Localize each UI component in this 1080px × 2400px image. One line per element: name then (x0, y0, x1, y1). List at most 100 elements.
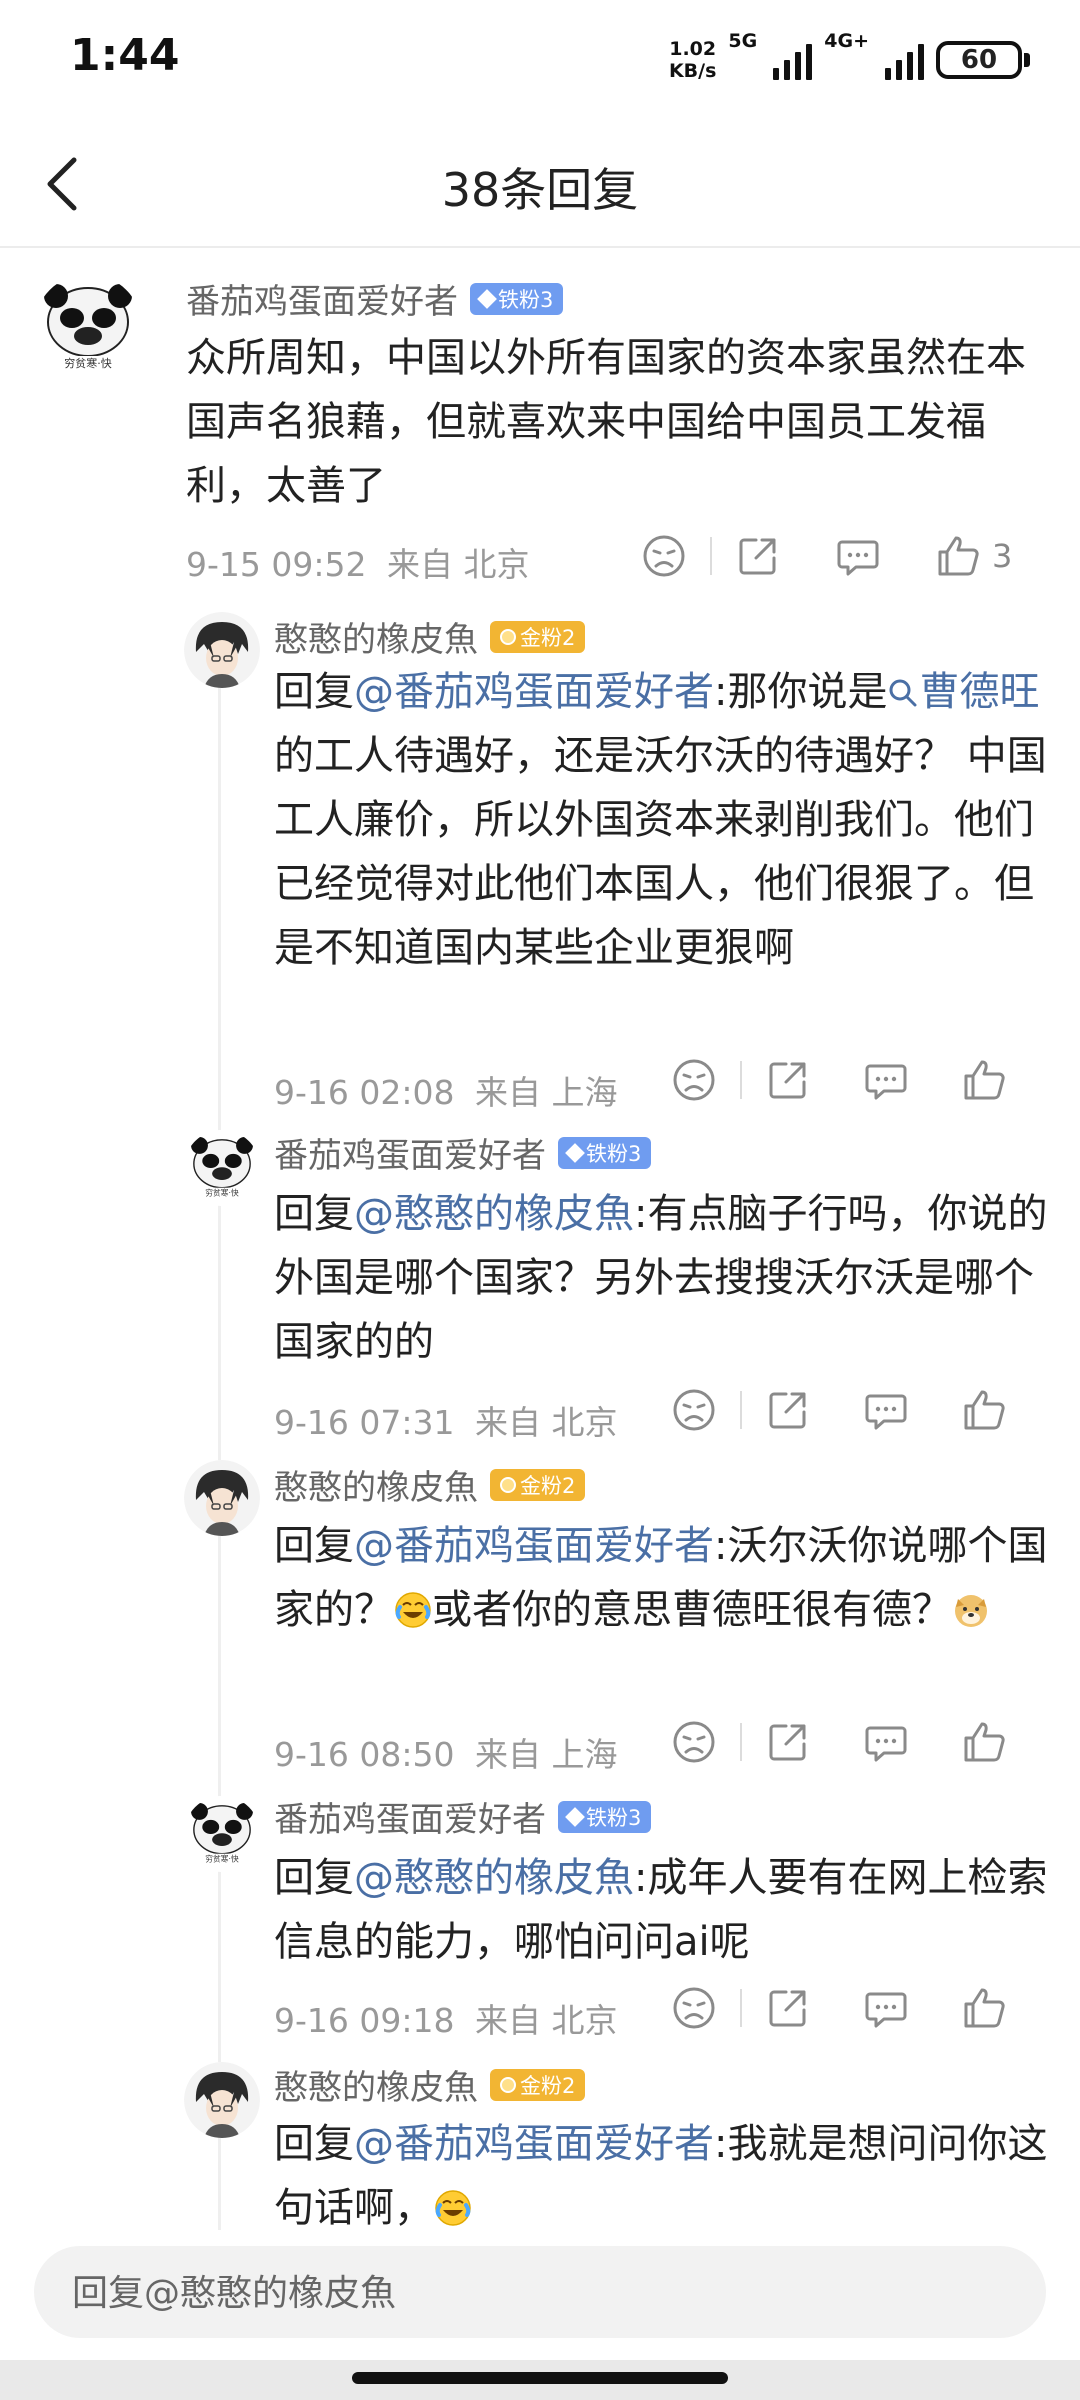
reply-header: 番茄鸡蛋面爱好者 铁粉3 (274, 1792, 652, 1841)
mention-link[interactable]: @番茄鸡蛋面爱好者 (354, 2121, 714, 2167)
share-icon[interactable] (764, 1056, 812, 1104)
comment-icon[interactable] (862, 1718, 910, 1766)
reply-header: 憨憨的橡皮魚 金粉2 (274, 1460, 586, 1509)
doge-emoji (952, 1591, 990, 1629)
fan-badge[interactable]: 金粉2 (490, 1468, 586, 1501)
diamond-icon (565, 1142, 585, 1163)
diamond-icon (477, 288, 497, 309)
mention-link[interactable]: @憨憨的橡皮魚 (354, 1855, 634, 1901)
share-icon[interactable] (764, 1386, 812, 1434)
home-indicator[interactable] (352, 2372, 728, 2384)
reply-meta: 9-16 02:08 来自 上海 (274, 1066, 618, 1114)
reply-text: 回复@番茄鸡蛋面爱好者:沃尔沃你说哪个国家的？ 或者你的意思曹德旺很有德？ (274, 1523, 1048, 1633)
avatar[interactable] (184, 1130, 260, 1206)
username[interactable]: 番茄鸡蛋面爱好者 (274, 1128, 546, 1177)
laugh-cry-emoji (434, 2189, 472, 2227)
signal-icon (773, 40, 813, 80)
fan-badge[interactable]: 金粉2 (490, 620, 586, 653)
divider (740, 1061, 742, 1099)
divider (740, 1723, 742, 1761)
sim2-label: 4G+ (824, 30, 869, 52)
dislike-icon[interactable] (670, 1718, 718, 1766)
reply-actions (670, 1386, 1008, 1434)
reply-header: 憨憨的橡皮魚 金粉2 (274, 2060, 586, 2109)
diamond-icon (565, 1806, 585, 1827)
reply-location: 来自 上海 (475, 1073, 618, 1112)
comment-actions: 3 (640, 532, 1012, 580)
share-icon[interactable] (764, 1984, 812, 2032)
reply-time: 9-16 02:08 (274, 1073, 455, 1112)
reply-actions (670, 1718, 1008, 1766)
fan-badge[interactable]: 铁粉3 (470, 282, 564, 315)
fan-badge[interactable]: 铁粉3 (558, 1136, 652, 1169)
battery-tip (1024, 53, 1030, 67)
reply-header: 番茄鸡蛋面爱好者 铁粉3 (274, 1128, 652, 1177)
page-title: 38条回复 (441, 163, 639, 217)
reply-location: 来自 上海 (475, 1735, 618, 1774)
sim1-label: 5G (728, 30, 758, 52)
username[interactable]: 憨憨的橡皮魚 (274, 612, 478, 661)
like-icon[interactable] (960, 1386, 1008, 1434)
divider (710, 537, 712, 575)
share-icon[interactable] (764, 1718, 812, 1766)
status-time: 1:44 (70, 30, 180, 81)
comment-header: 番茄鸡蛋面爱好者 铁粉3 (186, 274, 564, 323)
laugh-cry-emoji (394, 1591, 432, 1629)
dislike-icon[interactable] (640, 532, 688, 580)
reply-actions (670, 1984, 1008, 2032)
reply-text: 回复@番茄鸡蛋面爱好者:那你说是 曹德旺 的工人待遇好，还是沃尔沃的待遇好？ 中国… (274, 669, 1047, 971)
username[interactable]: 憨憨的橡皮魚 (274, 1460, 478, 1509)
status-icons: 1.02 KB/s 5G 4G+ 60 (669, 30, 1030, 90)
divider (740, 1391, 742, 1429)
thread-line (218, 630, 221, 2230)
reply-time: 9-16 07:31 (274, 1403, 455, 1442)
mention-link[interactable]: @憨憨的橡皮魚 (354, 1191, 634, 1237)
status-bar: 1:44 1.02 KB/s 5G 4G+ 60 (0, 0, 1080, 118)
reply-time: 9-16 09:18 (274, 2001, 455, 2040)
coin-icon (500, 2076, 516, 2093)
like-icon[interactable] (960, 1984, 1008, 2032)
dislike-icon[interactable] (670, 1984, 718, 2032)
reply-meta: 9-16 09:18 来自 北京 (274, 1994, 618, 2042)
username[interactable]: 番茄鸡蛋面爱好者 (274, 1792, 546, 1841)
reply-text: 回复@憨憨的橡皮魚:成年人要有在网上检索信息的能力，哪怕问问ai呢 (274, 1855, 1048, 1965)
dislike-icon[interactable] (670, 1056, 718, 1104)
comment-icon[interactable] (862, 1386, 910, 1434)
reply-header: 憨憨的橡皮魚 金粉2 (274, 612, 586, 661)
comment-icon[interactable] (834, 532, 882, 580)
coin-icon (500, 628, 516, 645)
avatar[interactable] (184, 2062, 260, 2138)
fan-badge[interactable]: 金粉2 (490, 2068, 586, 2101)
reply-actions (670, 1056, 1008, 1104)
like-icon[interactable] (960, 1056, 1008, 1104)
reply-time: 9-16 08:50 (274, 1735, 455, 1774)
avatar[interactable] (184, 612, 260, 688)
search-icon (889, 679, 917, 707)
username[interactable]: 番茄鸡蛋面爱好者 (186, 274, 458, 323)
like-icon[interactable] (960, 1718, 1008, 1766)
avatar[interactable] (34, 274, 142, 382)
mention-link[interactable]: @番茄鸡蛋面爱好者 (354, 669, 714, 715)
reply-input[interactable] (70, 2246, 974, 2340)
divider (740, 1989, 742, 2027)
like-icon[interactable] (934, 532, 982, 580)
fan-badge[interactable]: 铁粉3 (558, 1800, 652, 1833)
search-link[interactable]: 曹德旺 (887, 669, 1039, 715)
share-icon[interactable] (734, 532, 782, 580)
dislike-icon[interactable] (670, 1386, 718, 1434)
comment-time: 9-15 09:52 (186, 545, 367, 584)
mention-link[interactable]: @番茄鸡蛋面爱好者 (354, 1523, 714, 1569)
battery-level: 60 (960, 45, 998, 75)
reply-meta: 9-16 08:50 来自 上海 (274, 1728, 618, 1776)
reply-text: 回复@憨憨的橡皮魚:有点脑子行吗，你说的外国是哪个国家？另外去搜搜沃尔沃是哪个国… (274, 1191, 1048, 1365)
signal-icon-2 (885, 40, 924, 80)
username[interactable]: 憨憨的橡皮魚 (274, 2060, 478, 2109)
comment-icon[interactable] (862, 1056, 910, 1104)
avatar[interactable] (184, 1796, 260, 1872)
comment-icon[interactable] (862, 1984, 910, 2032)
comment-meta: 9-15 09:52 来自 北京 (186, 538, 530, 586)
avatar[interactable] (184, 1460, 260, 1536)
comment-text: 众所周知，中国以外所有国家的资本家虽然在本国声名狼藉，但就喜欢来中国给中国员工发… (186, 335, 1026, 509)
comment-location: 来自 北京 (387, 545, 530, 584)
like-count: 3 (992, 537, 1013, 575)
